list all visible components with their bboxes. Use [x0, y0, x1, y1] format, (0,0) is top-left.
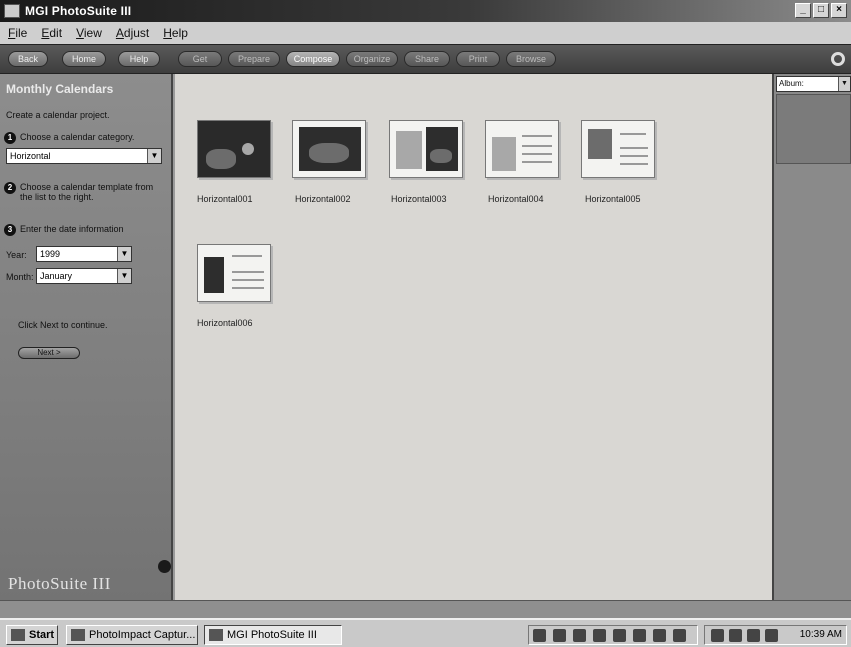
template-thumbnail-3[interactable]	[389, 120, 463, 178]
clock[interactable]: 10:39 AM	[800, 629, 842, 640]
task-photoimpact[interactable]: PhotoImpact Captur...	[66, 625, 198, 645]
template-thumbnail-2[interactable]	[292, 120, 366, 178]
tab-browse[interactable]: Browse	[506, 51, 556, 67]
network-icon[interactable]	[711, 629, 724, 642]
panel-subtitle: Create a calendar project.	[6, 110, 110, 120]
search-icon[interactable]	[831, 52, 845, 66]
template-label-3: Horizontal003	[391, 194, 447, 204]
app-icon-2[interactable]	[553, 629, 566, 642]
album-select[interactable]: Album: ▼	[776, 76, 851, 92]
title-bar: MGI PhotoSuite III _ □ ×	[0, 0, 851, 22]
panel-title: Monthly Calendars	[6, 82, 114, 96]
album-panel: Album: ▼	[772, 74, 851, 600]
quick-launch-tray	[528, 625, 698, 645]
tray-app-icon-2[interactable]	[765, 629, 778, 642]
template-thumbnail-4[interactable]	[485, 120, 559, 178]
menu-view[interactable]: View	[76, 26, 102, 40]
home-button[interactable]: Home	[62, 51, 106, 67]
step-1: 1 Choose a calendar category.	[4, 132, 134, 144]
nav-toolbar: Back Home Help Get Prepare Compose Organ…	[0, 44, 851, 74]
step-3: 3 Enter the date information	[4, 224, 124, 236]
status-bar	[0, 600, 851, 618]
album-value: Album:	[779, 79, 804, 88]
app-icon-5[interactable]	[613, 629, 626, 642]
step-2-number: 2	[4, 182, 16, 194]
template-thumbnail-6[interactable]	[197, 244, 271, 302]
menu-bar: File Edit View Adjust Help	[0, 22, 851, 44]
template-label-4: Horizontal004	[488, 194, 544, 204]
tab-organize[interactable]: Organize	[346, 51, 398, 67]
template-thumbnail-1[interactable]	[197, 120, 271, 178]
left-panel: Monthly Calendars Create a calendar proj…	[0, 74, 173, 600]
tab-compose[interactable]: Compose	[286, 51, 340, 67]
close-button[interactable]: ×	[831, 3, 847, 18]
menu-edit[interactable]: Edit	[41, 26, 62, 40]
next-button[interactable]: Next >	[18, 347, 80, 359]
chevron-down-icon[interactable]: ▼	[838, 77, 850, 91]
windows-logo-icon	[11, 629, 25, 641]
app-icon-4[interactable]	[593, 629, 606, 642]
start-button[interactable]: Start	[6, 625, 58, 645]
taskbar: Start PhotoImpact Captur... MGI PhotoSui…	[0, 618, 851, 647]
window-controls: _ □ ×	[795, 3, 847, 18]
category-value: Horizontal	[10, 151, 51, 161]
start-label: Start	[29, 629, 55, 641]
year-label: Year:	[6, 250, 27, 260]
app-icon-1[interactable]	[533, 629, 546, 642]
task-photoimpact-label: PhotoImpact Captur...	[89, 629, 196, 641]
category-select[interactable]: Horizontal ▼	[6, 148, 162, 164]
month-value: January	[40, 271, 73, 281]
brand-logo: PhotoSuite III	[8, 574, 111, 593]
window-title: MGI PhotoSuite III	[25, 4, 132, 18]
chevron-down-icon[interactable]: ▼	[117, 269, 131, 283]
system-tray: 10:39 AM	[704, 625, 847, 645]
app-icon	[4, 4, 20, 18]
step-2: 2 Choose a calendar template from the li…	[4, 182, 154, 202]
chevron-down-icon[interactable]: ▼	[117, 247, 131, 261]
step-3-label: Enter the date information	[20, 224, 124, 234]
template-label-1: Horizontal001	[197, 194, 253, 204]
tab-print[interactable]: Print	[456, 51, 500, 67]
menu-adjust[interactable]: Adjust	[116, 26, 149, 40]
template-label-5: Horizontal005	[585, 194, 641, 204]
year-select[interactable]: 1999 ▼	[36, 246, 132, 262]
step-2-label: Choose a calendar template from the list…	[20, 182, 154, 202]
photoimpact-icon	[71, 629, 85, 641]
year-value: 1999	[40, 249, 61, 259]
task-photosuite-label: MGI PhotoSuite III	[227, 629, 317, 641]
continue-text: Click Next to continue.	[18, 320, 108, 330]
step-1-label: Choose a calendar category.	[20, 132, 135, 142]
step-3-number: 3	[4, 224, 16, 236]
task-photosuite[interactable]: MGI PhotoSuite III	[204, 625, 342, 645]
month-select[interactable]: January ▼	[36, 268, 132, 284]
app-icon-7[interactable]	[653, 629, 666, 642]
help-button[interactable]: Help	[118, 51, 160, 67]
menu-file[interactable]: File	[8, 26, 27, 40]
tab-share[interactable]: Share	[404, 51, 450, 67]
speaker-icon[interactable]	[729, 629, 742, 642]
back-button[interactable]: Back	[8, 51, 48, 67]
app-icon-3[interactable]	[573, 629, 586, 642]
album-preview	[776, 94, 851, 164]
chevron-down-icon[interactable]: ▼	[147, 149, 161, 163]
menu-help[interactable]: Help	[163, 26, 188, 40]
month-label: Month:	[6, 272, 34, 282]
template-label-6: Horizontal006	[197, 318, 253, 328]
tab-prepare[interactable]: Prepare	[228, 51, 280, 67]
tab-get[interactable]: Get	[178, 51, 222, 67]
app-icon-6[interactable]	[633, 629, 646, 642]
step-1-number: 1	[4, 132, 16, 144]
template-label-2: Horizontal002	[295, 194, 351, 204]
photosuite-icon	[209, 629, 223, 641]
app-icon-8[interactable]	[673, 629, 686, 642]
template-gallery: Horizontal001 Horizontal002 Horizontal00…	[175, 74, 772, 600]
restore-button[interactable]: □	[813, 3, 829, 18]
template-thumbnail-5[interactable]	[581, 120, 655, 178]
tray-app-icon[interactable]	[747, 629, 760, 642]
minimize-button[interactable]: _	[795, 3, 811, 18]
help-icon[interactable]	[158, 560, 171, 573]
